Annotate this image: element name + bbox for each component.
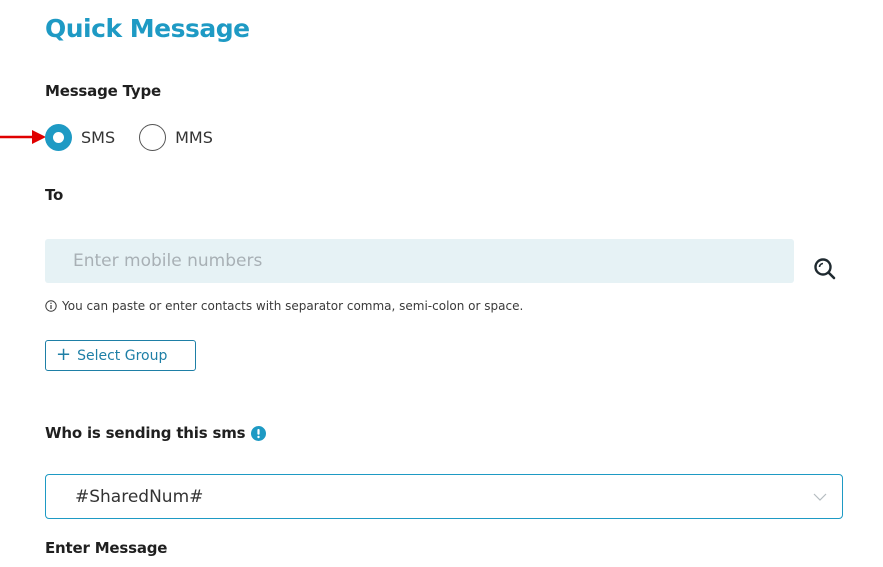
arrow-right-icon — [0, 130, 46, 144]
hint-text: You can paste or enter contacts with sep… — [62, 299, 524, 313]
message-type-label: Message Type — [45, 82, 161, 100]
page-title: Quick Message — [45, 14, 250, 43]
radio-sms[interactable]: SMS — [45, 123, 116, 151]
sender-label: Who is sending this sms — [45, 424, 267, 442]
search-icon[interactable] — [812, 256, 838, 282]
sender-select-value: #SharedNum# — [75, 486, 204, 507]
to-label: To — [45, 186, 64, 204]
message-type-radio-group: SMS MMS — [45, 122, 213, 152]
radio-unchecked-icon — [139, 123, 167, 151]
radio-mms[interactable]: MMS — [139, 123, 213, 151]
select-group-label: Select Group — [77, 347, 168, 364]
radio-checked-icon — [45, 123, 72, 151]
exclamation-icon[interactable] — [251, 425, 267, 441]
radio-mms-label: MMS — [175, 127, 213, 147]
sender-select[interactable]: #SharedNum# — [45, 474, 843, 519]
radio-sms-label: SMS — [81, 127, 116, 147]
enter-message-label: Enter Message — [45, 539, 168, 557]
select-group-button[interactable]: + Select Group — [45, 340, 196, 371]
chevron-down-icon — [813, 493, 827, 501]
mobile-numbers-input[interactable] — [45, 239, 794, 283]
info-icon — [45, 300, 57, 312]
sender-label-text: Who is sending this sms — [45, 424, 246, 442]
separator-hint: You can paste or enter contacts with sep… — [45, 299, 523, 313]
plus-icon: + — [56, 343, 72, 365]
quick-message-page: Quick Message Message Type SMS MMS To Yo… — [0, 0, 883, 567]
